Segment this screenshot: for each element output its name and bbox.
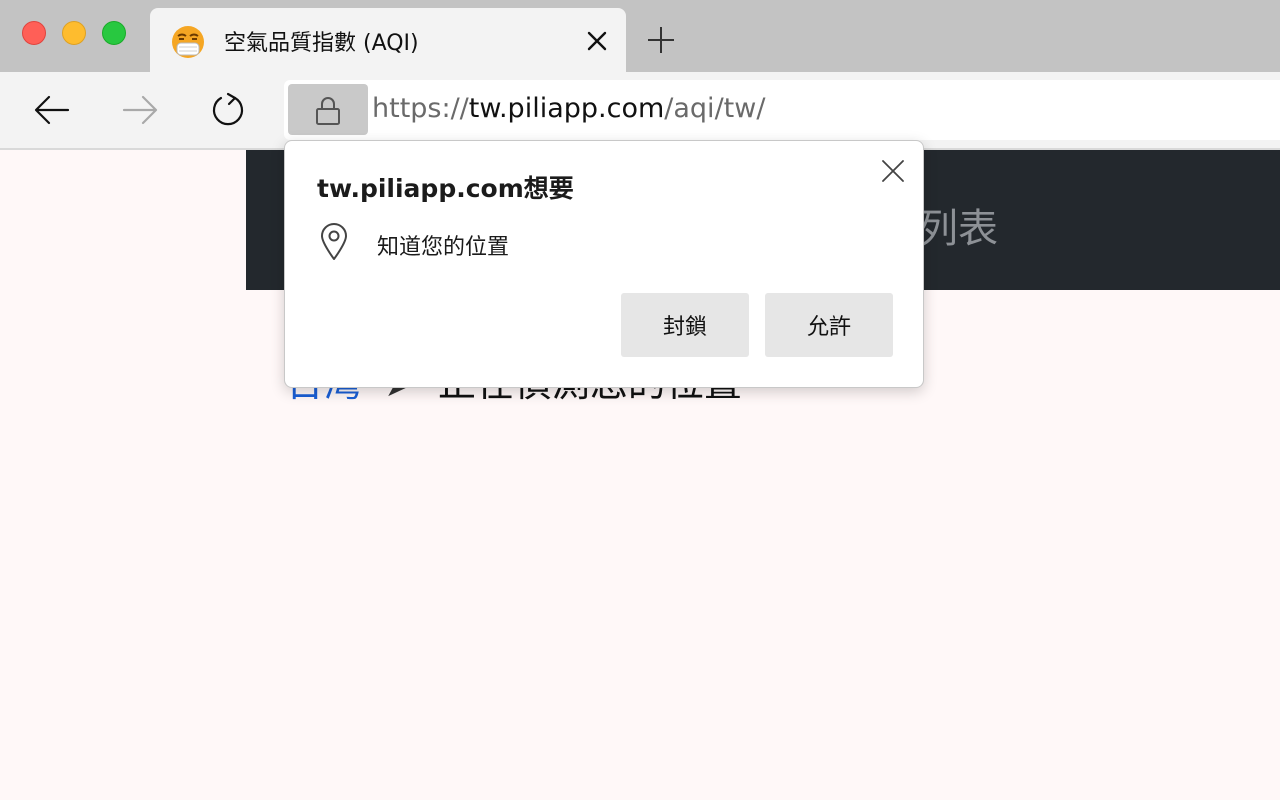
close-icon[interactable]: [584, 28, 610, 54]
new-tab-plus-icon[interactable]: [645, 24, 677, 56]
tab-active[interactable]: 空氣品質指數 (AQI): [150, 8, 626, 72]
url-path: /aqi/tw/: [664, 93, 766, 124]
lock-icon: [316, 97, 340, 125]
address-bar[interactable]: https://tw.piliapp.com/aqi/tw/: [284, 80, 1280, 140]
site-info-button[interactable]: [288, 84, 368, 135]
allow-button[interactable]: 允許: [765, 293, 893, 357]
location-permission-popup: tw.piliapp.com想要 知道您的位置 封鎖 允許: [284, 140, 924, 388]
reload-icon[interactable]: [208, 90, 248, 130]
tab-strip: 空氣品質指數 (AQI): [0, 0, 1280, 72]
url-scheme: https://: [372, 93, 469, 124]
block-button[interactable]: 封鎖: [621, 293, 749, 357]
url-host: tw.piliapp.com: [468, 93, 665, 124]
forward-arrow-icon[interactable]: [120, 90, 160, 130]
popup-message: 知道您的位置: [377, 235, 510, 260]
face-with-medical-mask-icon: [172, 26, 204, 58]
close-icon[interactable]: [879, 157, 907, 185]
window-maximize-button[interactable]: [102, 21, 126, 45]
popup-title: tw.piliapp.com想要: [317, 174, 574, 203]
back-arrow-icon[interactable]: [32, 90, 72, 130]
header-menu-text[interactable]: 列表: [918, 196, 998, 254]
window-close-button[interactable]: [22, 21, 46, 45]
window-minimize-button[interactable]: [62, 21, 86, 45]
url-text[interactable]: https://tw.piliapp.com/aqi/tw/: [372, 93, 765, 124]
location-pin-icon: [321, 223, 347, 260]
tab-title: 空氣品質指數 (AQI): [224, 31, 419, 56]
browser-toolbar: https://tw.piliapp.com/aqi/tw/: [0, 72, 1280, 150]
